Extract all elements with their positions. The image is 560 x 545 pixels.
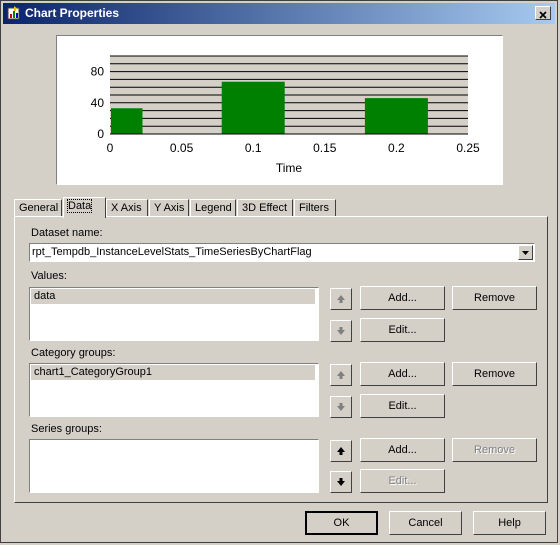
category-groups-label: Category groups:: [31, 347, 116, 359]
series-add-button[interactable]: Add...: [360, 438, 445, 462]
bar: [221, 81, 285, 134]
x-tick-label: 0.25: [456, 141, 480, 155]
dataset-name-select[interactable]: rpt_Tempdb_InstanceLevelStats_TimeSeries…: [29, 243, 535, 262]
values-edit-button[interactable]: Edit...: [360, 318, 445, 342]
chart-preview: 0 40 80 0 0.05 0.1 0.15 0.2 0.25 Time: [56, 35, 503, 185]
tab-general[interactable]: General: [14, 199, 62, 217]
down-arrow-icon: [337, 478, 345, 486]
series-groups-label: Series groups:: [31, 423, 102, 435]
category-groups-list[interactable]: chart1_CategoryGroup1: [29, 363, 319, 417]
list-item[interactable]: data: [31, 289, 315, 304]
x-tick-label: 0.05: [170, 141, 194, 155]
values-add-button[interactable]: Add...: [360, 286, 445, 310]
up-arrow-icon: [337, 447, 345, 455]
title-bar: Chart Properties: [3, 3, 555, 24]
y-tick-label: 0: [97, 127, 104, 141]
values-remove-button[interactable]: Remove: [452, 286, 537, 310]
category-remove-button[interactable]: Remove: [452, 362, 537, 386]
values-move-down-button[interactable]: [330, 320, 352, 342]
chart-properties-dialog: Chart Properties 0 40 80 0 0.05 0.1 0.15 0.2 0.2…: [0, 0, 558, 543]
chart-properties-icon: [7, 6, 20, 20]
tab-legend[interactable]: Legend: [190, 199, 236, 217]
category-edit-button[interactable]: Edit...: [360, 394, 445, 418]
tab-y-axis[interactable]: Y Axis: [149, 199, 189, 217]
values-list[interactable]: data: [29, 287, 319, 341]
dataset-name-label: Dataset name:: [31, 227, 103, 239]
close-icon: [539, 11, 547, 19]
down-arrow-icon: [337, 403, 345, 411]
bar: [111, 108, 143, 134]
series-move-up-button[interactable]: [330, 440, 352, 462]
bar-chart: 0 40 80 0 0.05 0.1 0.15 0.2 0.25 Time: [91, 55, 480, 175]
x-tick-label: 0.1: [245, 141, 262, 155]
values-move-up-button[interactable]: [330, 288, 352, 310]
tab-data[interactable]: Data: [63, 197, 106, 218]
x-tick-label: 0.15: [313, 141, 337, 155]
bar: [364, 98, 428, 134]
dataset-name-value: rpt_Tempdb_InstanceLevelStats_TimeSeries…: [32, 246, 312, 258]
window-title: Chart Properties: [25, 6, 120, 20]
help-button[interactable]: Help: [473, 511, 546, 535]
tab-3d-effect[interactable]: 3D Effect: [237, 199, 293, 217]
x-axis-title: Time: [276, 161, 303, 175]
series-remove-button[interactable]: Remove: [452, 438, 537, 462]
tab-x-axis[interactable]: X Axis: [106, 199, 148, 217]
x-tick-label: 0: [107, 141, 114, 155]
category-move-down-button[interactable]: [330, 396, 352, 418]
values-label: Values:: [31, 270, 67, 282]
y-tick-label: 40: [91, 96, 105, 110]
cancel-button[interactable]: Cancel: [389, 511, 462, 535]
up-arrow-icon: [337, 295, 345, 303]
tab-filters[interactable]: Filters: [294, 199, 336, 217]
down-arrow-icon: [337, 327, 345, 335]
up-arrow-icon: [337, 371, 345, 379]
close-button[interactable]: [535, 6, 551, 20]
dataset-dropdown-button[interactable]: [518, 245, 533, 260]
category-move-up-button[interactable]: [330, 364, 352, 386]
list-item[interactable]: chart1_CategoryGroup1: [31, 365, 315, 380]
series-move-down-button[interactable]: [330, 471, 352, 493]
chevron-down-icon: [522, 251, 529, 255]
category-add-button[interactable]: Add...: [360, 362, 445, 386]
series-edit-button[interactable]: Edit...: [360, 469, 445, 493]
y-tick-label: 80: [91, 65, 105, 79]
series-groups-list[interactable]: [29, 439, 319, 493]
x-tick-label: 0.2: [388, 141, 405, 155]
ok-button[interactable]: OK: [305, 511, 378, 535]
